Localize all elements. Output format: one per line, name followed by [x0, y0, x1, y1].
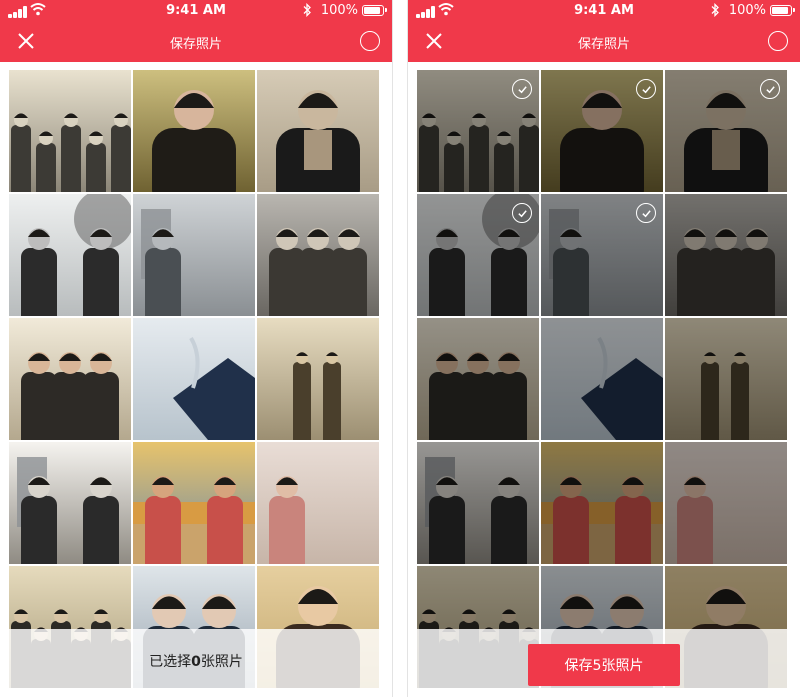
- select-all-toggle[interactable]: [360, 31, 380, 51]
- photo-thumbnail: [257, 318, 379, 440]
- photo-cell[interactable]: [541, 194, 663, 316]
- photo-cell[interactable]: [417, 442, 539, 564]
- photo-thumbnail: [665, 318, 787, 440]
- bottom-action-bar: 保存5张照片: [408, 629, 800, 697]
- photo-thumbnail: [133, 194, 255, 316]
- page-title: 保存照片: [577, 37, 630, 52]
- save-photos-button[interactable]: 保存5张照片: [528, 644, 680, 686]
- header-bar: 9:41 AM 100% 保存照片: [0, 0, 392, 62]
- photo-cell[interactable]: [541, 70, 663, 192]
- photo-thumbnail: [133, 318, 255, 440]
- checkmark-icon: [641, 209, 651, 217]
- battery-percentage: 100%: [320, 3, 358, 18]
- selected-check-icon: [636, 203, 656, 223]
- photo-cell[interactable]: [417, 318, 539, 440]
- photo-thumbnail: [417, 318, 539, 440]
- battery-icon: [362, 5, 387, 16]
- photo-cell[interactable]: [133, 318, 255, 440]
- photo-thumbnail: [665, 442, 787, 564]
- selected-check-icon: [636, 79, 656, 99]
- photo-thumbnail: [133, 70, 255, 192]
- photo-cell[interactable]: [133, 194, 255, 316]
- checkmark-icon: [517, 209, 527, 217]
- checkmark-icon: [765, 85, 775, 93]
- battery-percentage: 100%: [728, 3, 766, 18]
- photo-cell[interactable]: [9, 442, 131, 564]
- photo-thumbnail: [257, 70, 379, 192]
- status-bar: 9:41 AM 100%: [408, 0, 800, 22]
- photo-cell[interactable]: [257, 194, 379, 316]
- photo-cell[interactable]: [417, 194, 539, 316]
- photo-thumbnail: [417, 442, 539, 564]
- photo-thumbnail: [541, 318, 663, 440]
- checkmark-icon: [517, 85, 527, 93]
- photo-cell[interactable]: [417, 70, 539, 192]
- photo-thumbnail: [9, 442, 131, 564]
- photo-thumbnail: [9, 318, 131, 440]
- photo-thumbnail: [257, 442, 379, 564]
- photo-cell[interactable]: [257, 70, 379, 192]
- photo-cell[interactable]: [665, 318, 787, 440]
- bluetooth-icon: [711, 3, 719, 17]
- status-bar: 9:41 AM 100%: [0, 0, 392, 22]
- page-title: 保存照片: [169, 37, 222, 52]
- bluetooth-icon: [303, 3, 311, 17]
- photo-cell[interactable]: [9, 318, 131, 440]
- photo-cell[interactable]: [257, 442, 379, 564]
- selected-count-label: 已选择0张照片: [149, 654, 243, 670]
- photo-cell[interactable]: [133, 442, 255, 564]
- photo-thumbnail: [665, 194, 787, 316]
- photo-cell[interactable]: [541, 442, 663, 564]
- selected-check-icon: [512, 79, 532, 99]
- checkmark-icon: [641, 85, 651, 93]
- photo-cell[interactable]: [133, 70, 255, 192]
- photo-thumbnail: [257, 194, 379, 316]
- photo-cell[interactable]: [9, 70, 131, 192]
- photo-thumbnail: [541, 442, 663, 564]
- photo-grid: [417, 70, 791, 697]
- photo-cell[interactable]: [665, 194, 787, 316]
- photo-cell[interactable]: [541, 318, 663, 440]
- photo-thumbnail: [9, 70, 131, 192]
- select-all-toggle[interactable]: [768, 31, 788, 51]
- photo-cell[interactable]: [665, 442, 787, 564]
- photo-thumbnail: [9, 194, 131, 316]
- left-phone-screen: 9:41 AM 100% 保存照片 已选择0张照片: [0, 0, 393, 697]
- selected-check-icon: [760, 79, 780, 99]
- photo-cell[interactable]: [665, 70, 787, 192]
- photo-cell[interactable]: [9, 194, 131, 316]
- photo-cell[interactable]: [257, 318, 379, 440]
- photo-thumbnail: [133, 442, 255, 564]
- header-bar: 9:41 AM 100% 保存照片: [408, 0, 800, 62]
- right-phone-screen: 9:41 AM 100% 保存照片 保存5张照片: [407, 0, 800, 697]
- selected-check-icon: [512, 203, 532, 223]
- battery-icon: [770, 5, 795, 16]
- bottom-selection-bar: 已选择0张照片: [0, 629, 392, 697]
- photo-grid: [9, 70, 383, 697]
